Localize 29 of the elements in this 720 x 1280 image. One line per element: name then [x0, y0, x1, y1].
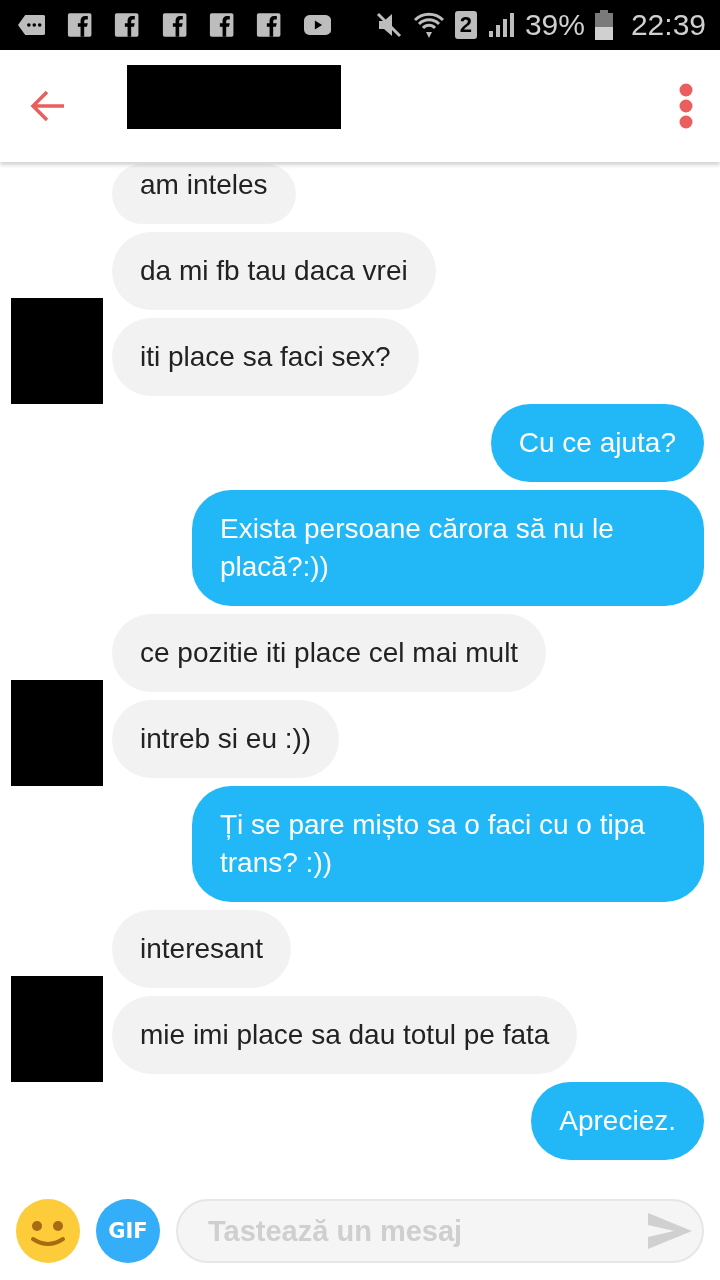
- facebook-icon: [256, 11, 282, 39]
- chat-notification-icon: [18, 13, 46, 37]
- battery-icon: [594, 10, 613, 40]
- facebook-icon: [209, 11, 235, 39]
- back-arrow-icon[interactable]: [30, 89, 66, 123]
- received-message: am inteles: [112, 164, 296, 224]
- facebook-icon: [161, 11, 188, 39]
- received-message: da mi fb tau daca vrei: [112, 232, 436, 310]
- sent-message: Ți se pare mișto sa o faci cu o tipa trans? :)): [192, 786, 704, 902]
- gif-button[interactable]: GIF: [96, 1199, 160, 1263]
- sent-message: Apreciez.: [531, 1082, 704, 1160]
- sim-badge: 2: [454, 11, 477, 39]
- received-message: iti place sa faci sex?: [112, 318, 419, 396]
- mute-icon: [374, 11, 403, 39]
- received-message: intreb si eu :)): [112, 700, 340, 778]
- facebook-icon: [67, 11, 93, 39]
- sent-message: Exista persoane cărora să nu le placă?:)): [192, 490, 704, 606]
- signal-icon: [486, 11, 515, 39]
- facebook-icon: [114, 11, 140, 39]
- more-options-icon[interactable]: [678, 83, 694, 129]
- received-message: mie imi place sa dau totul pe fata: [112, 996, 578, 1074]
- wifi-icon: [412, 10, 445, 40]
- battery-percent: 39%: [524, 8, 585, 42]
- clock-time: 22:39: [630, 8, 706, 42]
- received-message: ce pozitie iti place cel mai mult: [112, 614, 547, 692]
- sent-message: Cu ce ajuta?: [490, 404, 704, 482]
- video-play-icon: [303, 14, 331, 36]
- emoji-icon[interactable]: [16, 1199, 80, 1263]
- received-message: interesant: [112, 910, 291, 988]
